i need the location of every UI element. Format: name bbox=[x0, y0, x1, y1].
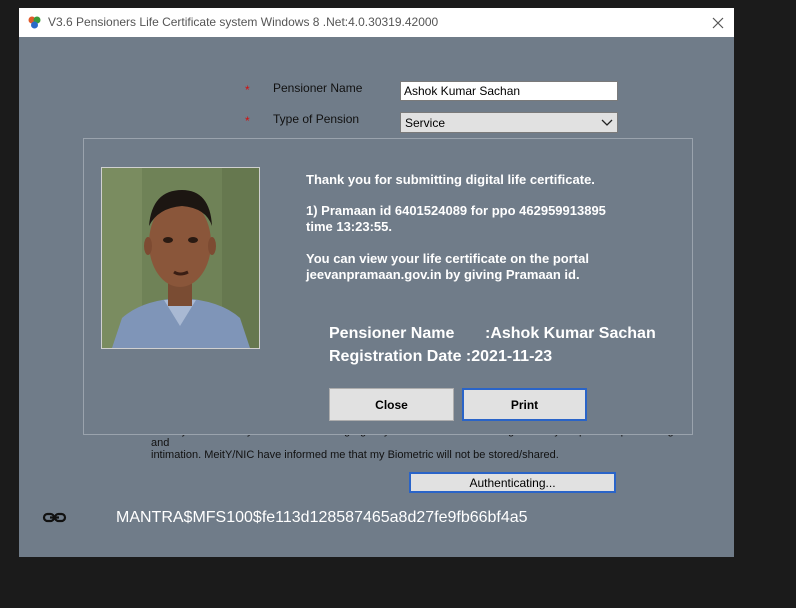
required-marker: * bbox=[245, 114, 250, 128]
close-icon[interactable] bbox=[707, 12, 729, 34]
pramaan-id-line: 1) Pramaan id 6401524089 for ppo 4629599… bbox=[306, 203, 606, 218]
authenticate-button[interactable]: Authenticating... bbox=[409, 472, 616, 493]
pramaan-time-line: time 13:23:55. bbox=[306, 219, 392, 234]
pensioner-name-info-value: :Ashok Kumar Sachan bbox=[485, 325, 656, 342]
main-window: V3.6 Pensioners Life Certificate system … bbox=[19, 8, 734, 557]
window-title: V3.6 Pensioners Life Certificate system … bbox=[48, 15, 439, 29]
type-of-pension-label: Type of Pension bbox=[273, 112, 360, 126]
pensioner-name-input[interactable] bbox=[400, 81, 618, 101]
confirmation-dialog: Thank you for submitting digital life ce… bbox=[83, 138, 693, 435]
print-button[interactable]: Print bbox=[462, 388, 587, 421]
type-of-pension-select[interactable]: Service bbox=[400, 112, 618, 133]
close-button[interactable]: Close bbox=[329, 388, 454, 421]
link-icon bbox=[42, 510, 68, 526]
device-id-text: MANTRA$MFS100$fe113d128587465a8d27fe9fb6… bbox=[116, 509, 528, 526]
portal-message-line: jeevanpramaan.gov.in by giving Pramaan i… bbox=[306, 267, 580, 282]
type-of-pension-value: Service bbox=[405, 116, 446, 130]
chevron-down-icon bbox=[601, 117, 613, 127]
registration-date-info: Registration Date :2021-11-23 bbox=[329, 348, 553, 365]
thank-you-message: Thank you for submitting digital life ce… bbox=[306, 172, 595, 187]
title-bar: V3.6 Pensioners Life Certificate system … bbox=[19, 8, 734, 37]
required-marker: * bbox=[245, 83, 250, 97]
app-logo-icon bbox=[27, 15, 42, 30]
consent-line: intimation. MeitY/NIC have informed me t… bbox=[151, 449, 559, 461]
pensioner-name-label: Pensioner Name bbox=[273, 81, 363, 95]
portal-message-line: You can view your life certificate on th… bbox=[306, 251, 589, 266]
pensioner-name-info-label: Pensioner Name bbox=[329, 325, 455, 342]
pensioner-photo bbox=[101, 167, 260, 349]
